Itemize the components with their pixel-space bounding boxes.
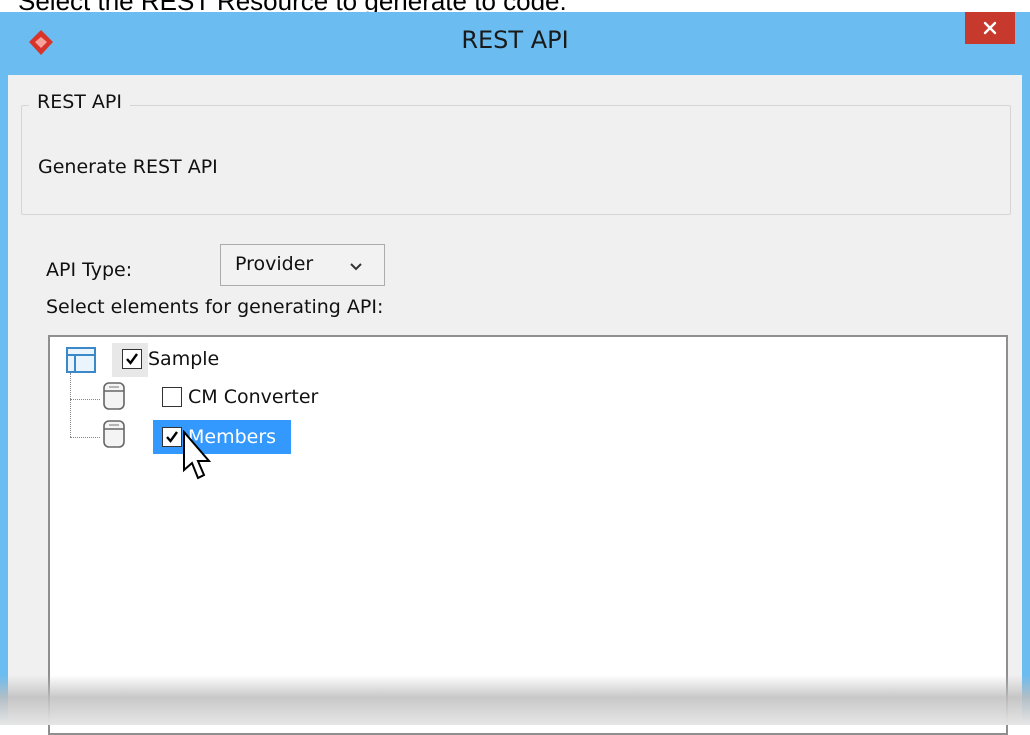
close-button[interactable] [965,12,1015,44]
close-icon [983,21,997,35]
api-type-dropdown[interactable]: Provider [220,244,385,286]
resource-icon [103,382,125,410]
checkmark-icon [126,353,138,365]
tree-item-label: CM Converter [188,386,319,408]
groupbox-description: Generate REST API [38,156,218,178]
tree-item-cm-converter[interactable]: CM Converter [50,377,410,410]
window-title: REST API [461,26,569,54]
tree-item-label: Sample [148,348,220,370]
model-icon [66,347,96,373]
title-bar[interactable]: REST API [0,12,1030,75]
mouse-pointer-icon [183,430,212,480]
api-type-value: Provider [235,253,314,275]
sample-checkbox[interactable] [122,349,142,369]
resource-icon [103,420,125,448]
rest-api-dialog: REST API REST API Generate REST API API … [0,12,1030,735]
select-elements-label: Select elements for generating API: [46,296,384,318]
window-frame-right [1022,75,1030,725]
api-type-label: API Type: [46,259,133,281]
dialog-content: REST API Generate REST API API Type: Pro… [8,75,1022,735]
window-frame-left [0,75,8,725]
chevron-down-icon [350,263,362,271]
bottom-fade-overlay [0,675,1030,725]
groupbox-title: REST API [29,91,130,113]
tree-item-sample[interactable]: Sample [50,337,310,377]
cm-converter-checkbox[interactable] [162,387,182,407]
